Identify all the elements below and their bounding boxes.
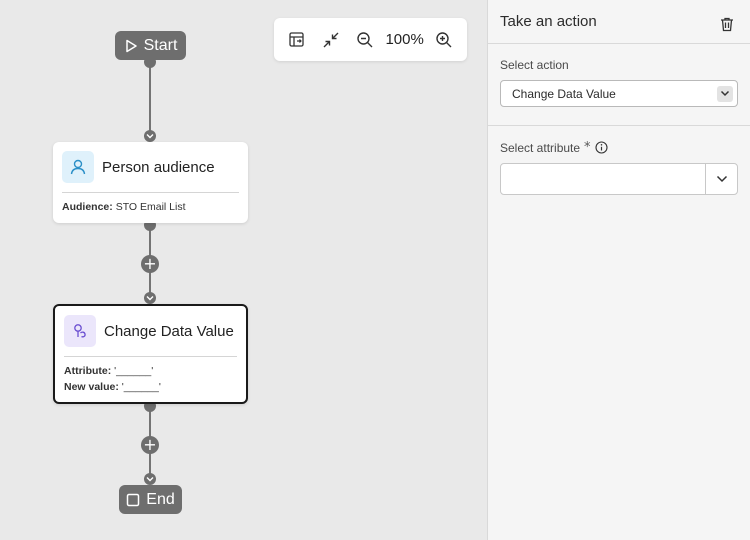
zoom-out-icon xyxy=(357,31,373,47)
node-title: Person audience xyxy=(102,158,215,176)
properties-panel: Take an action Select action Change Data… xyxy=(487,0,750,540)
auto-layout-icon xyxy=(289,31,304,47)
select-attribute-section: Select attribute * xyxy=(488,126,750,213)
connector-chevron xyxy=(144,473,156,485)
connector-line xyxy=(149,60,151,134)
delete-button[interactable] xyxy=(716,13,738,35)
select-action-label: Select action xyxy=(500,58,738,72)
select-action-section: Select action Change Data Value xyxy=(488,44,750,126)
change-data-value-node-card[interactable]: Change Data Value Attribute: '______' Ne… xyxy=(53,304,248,404)
start-label: Start xyxy=(143,36,178,54)
panel-title: Take an action xyxy=(500,13,597,30)
node-details: Audience: STO Email List xyxy=(53,193,248,223)
panel-header: Take an action xyxy=(488,0,750,44)
journey-canvas: + + Start Person audience Audience: STO … xyxy=(0,0,487,540)
connector-chevron xyxy=(144,292,156,304)
detail-key: New value: xyxy=(64,381,119,393)
end-node[interactable]: End xyxy=(119,485,182,514)
auto-layout-button[interactable] xyxy=(283,26,311,54)
select-attribute-dropdown-button[interactable] xyxy=(705,164,737,194)
person-icon xyxy=(62,151,94,183)
select-attribute-combobox xyxy=(500,163,738,195)
select-action-value: Change Data Value xyxy=(512,86,616,101)
detail-value: STO Email List xyxy=(115,201,186,213)
stop-square-icon xyxy=(127,493,140,506)
chevron-down-icon xyxy=(717,85,733,102)
required-marker: * xyxy=(584,140,591,155)
node-title: Change Data Value xyxy=(104,322,234,340)
detail-value: '______' xyxy=(114,365,154,377)
collapse-icon xyxy=(323,32,339,47)
add-step-button[interactable]: + xyxy=(141,436,159,454)
detail-key: Attribute: xyxy=(64,365,112,377)
connector-chevron xyxy=(144,130,156,142)
end-label: End xyxy=(146,490,175,508)
chevron-down-icon xyxy=(716,175,727,183)
play-icon xyxy=(125,39,137,52)
select-attribute-label-text: Select attribute xyxy=(500,140,581,155)
info-icon[interactable] xyxy=(594,141,608,154)
plus-icon: + xyxy=(143,254,157,273)
node-details: Attribute: '______' New value: '______' xyxy=(55,357,246,403)
add-step-button[interactable]: + xyxy=(141,255,159,273)
zoom-out-button[interactable] xyxy=(351,26,379,54)
select-action-label-text: Select action xyxy=(500,58,569,72)
trash-icon xyxy=(721,17,733,31)
canvas-toolbar: 100% xyxy=(274,18,467,61)
fit-to-screen-button[interactable] xyxy=(317,26,345,54)
audience-node-card[interactable]: Person audience Audience: STO Email List xyxy=(53,142,248,223)
start-node[interactable]: Start xyxy=(115,31,186,60)
select-attribute-input[interactable] xyxy=(501,164,705,194)
data-value-icon xyxy=(64,315,96,347)
select-attribute-label: Select attribute * xyxy=(500,140,738,155)
zoom-in-button[interactable] xyxy=(430,26,458,54)
zoom-in-icon xyxy=(436,31,452,47)
plus-icon: + xyxy=(143,435,157,454)
detail-value: '______' xyxy=(121,381,161,393)
detail-key: Audience: xyxy=(62,201,113,213)
zoom-level: 100% xyxy=(385,31,424,48)
select-action-dropdown[interactable]: Change Data Value xyxy=(500,80,738,107)
